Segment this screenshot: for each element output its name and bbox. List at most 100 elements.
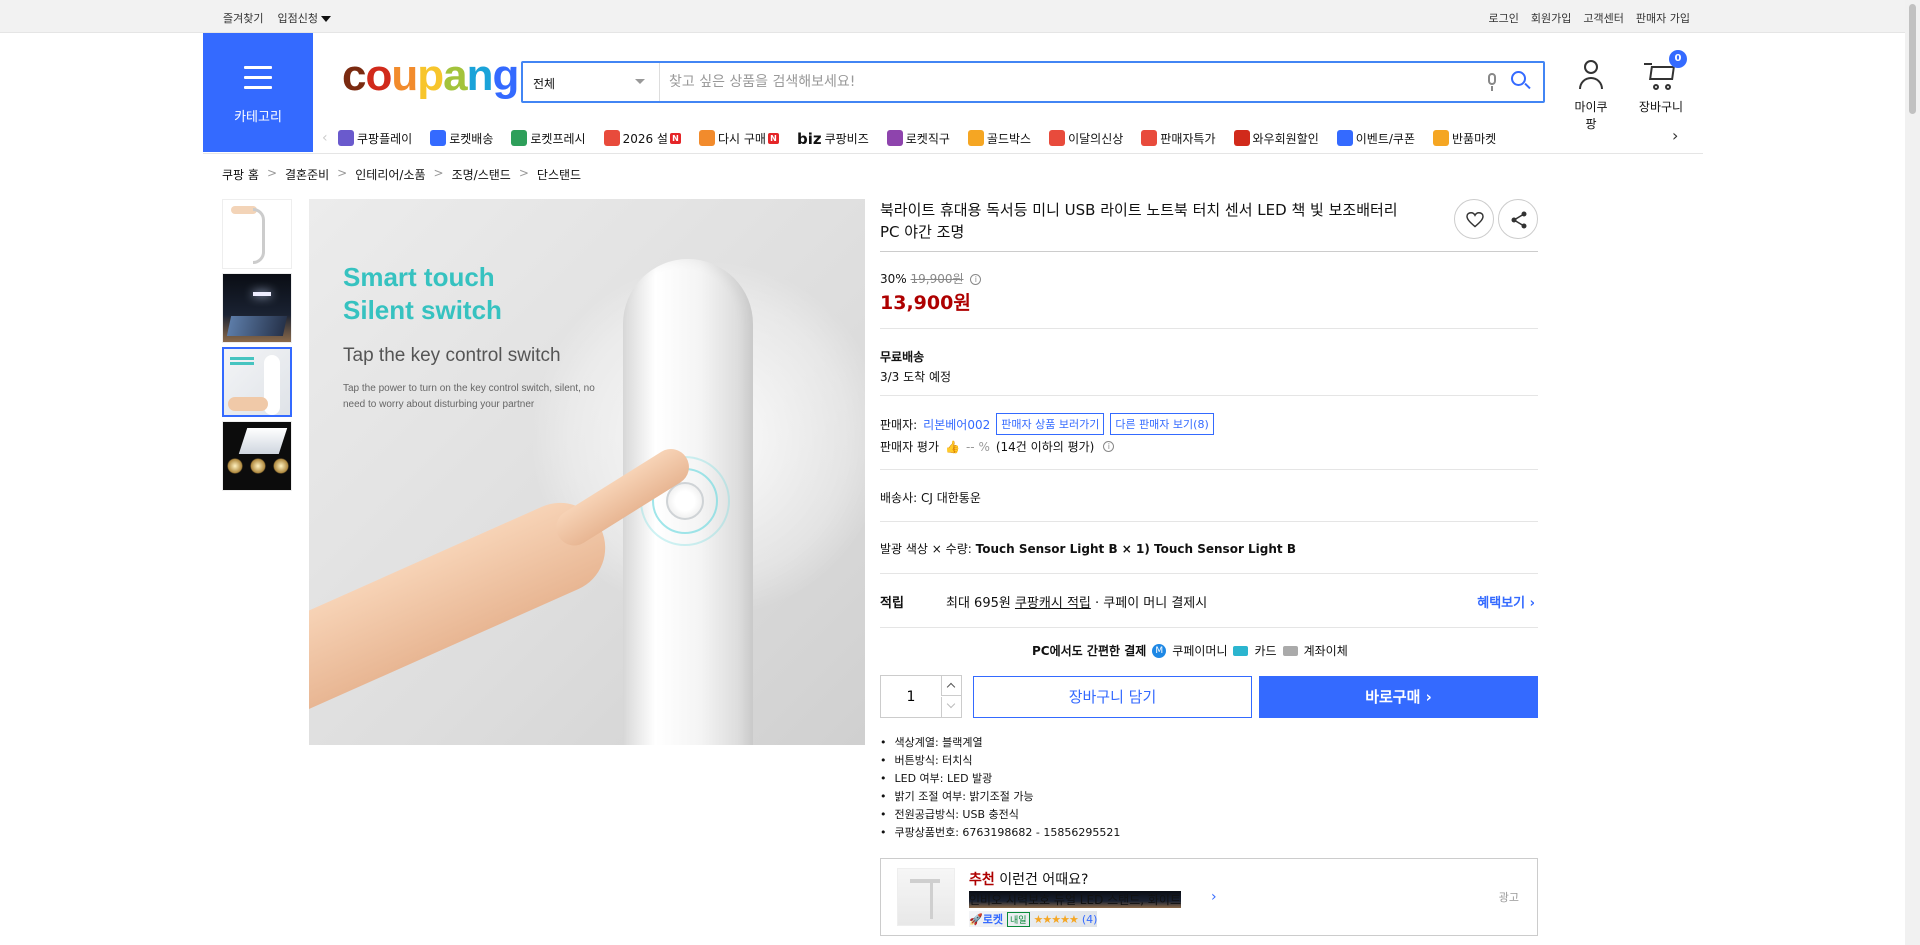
- nav-item-label: 로켓배송: [449, 131, 494, 146]
- reward-detail: 최대 695원 쿠팡캐시 적립 · 쿠페이 머니 결제시: [946, 596, 1208, 611]
- card-icon: [1233, 645, 1249, 656]
- top-utility-bar: 즐겨찾기 입점신청 로그인 회원가입 고객센터 판매자 가입: [0, 0, 1905, 33]
- sale-price: 13,900원: [880, 292, 971, 314]
- seller-rating-row: 판매자 평가 👍 -- % (14건 이하의 평가) i: [880, 438, 1115, 455]
- quantity-increase-button[interactable]: [941, 676, 961, 696]
- spec-item: LED 여부: LED 발광: [880, 770, 1120, 788]
- recommended-product-name[interactable]: 인비오 시력보호 듀얼 LED 스탠드, 화이트: [969, 891, 1181, 908]
- nav-prev-icon[interactable]: ‹: [322, 130, 338, 146]
- logo-letter: u: [391, 51, 418, 100]
- recommendation-ad[interactable]: 추천 이런건 어때요? 인비오 시력보호 듀얼 LED 스탠드, 화이트 › 🚀…: [880, 858, 1538, 936]
- breadcrumb-link[interactable]: 결혼준비: [285, 166, 329, 183]
- seller-products-button[interactable]: 판매자 상품 보러가기: [996, 413, 1105, 435]
- nav-item[interactable]: 쿠팡플레이: [338, 130, 412, 147]
- nav-item[interactable]: 판매자특가: [1141, 130, 1216, 147]
- seller-rating-label: 판매자 평가: [880, 440, 940, 454]
- breadcrumb-separator-icon: >: [518, 166, 529, 180]
- option-label: 발광 색상 × 수량:: [880, 542, 972, 556]
- nav-item-label: 반품마켓: [1452, 131, 1497, 146]
- nav-item[interactable]: 와우회원할인: [1233, 130, 1319, 147]
- share-button[interactable]: [1498, 199, 1538, 239]
- cart-label: 장바구니: [1638, 100, 1684, 114]
- info-icon[interactable]: i: [970, 274, 982, 285]
- mycoupang-button[interactable]: 마이쿠팡: [1569, 58, 1613, 132]
- benefits-link[interactable]: 혜택보기 ›: [1477, 592, 1535, 611]
- logo-letter: g: [492, 51, 520, 100]
- breadcrumb-link[interactable]: 쿠팡 홈: [222, 166, 259, 183]
- reward-label: 적립: [880, 596, 904, 611]
- wishlist-button[interactable]: [1454, 199, 1494, 239]
- thumbnail-3[interactable]: [222, 347, 292, 417]
- scrollbar-thumb[interactable]: [1909, 4, 1916, 114]
- selected-option: 발광 색상 × 수량: Touch Sensor Light B × 1) To…: [880, 540, 1296, 557]
- search-icon[interactable]: [1511, 71, 1531, 91]
- nav-item-label: 쿠팡비즈: [824, 131, 869, 146]
- nav-item-label: 다시 구매: [717, 131, 766, 146]
- nav-next-icon[interactable]: ›: [1672, 126, 1678, 145]
- breadcrumb-link[interactable]: 단스탠드: [537, 166, 581, 183]
- divider: [880, 469, 1538, 470]
- nav-item[interactable]: biz 쿠팡비즈: [796, 130, 869, 148]
- category-menu-button[interactable]: 카테고리: [203, 33, 313, 152]
- signup-link[interactable]: 회원가입: [1531, 10, 1571, 26]
- breadcrumb: 쿠팡 홈 > 결혼준비 > 인테리어/소품 > 조명/스탠드 > 단스탠드: [222, 166, 581, 183]
- breadcrumb-link[interactable]: 인테리어/소품: [355, 166, 425, 183]
- customer-center-link[interactable]: 고객센터: [1583, 10, 1623, 26]
- rocket-icon: [430, 130, 447, 146]
- product-main-image[interactable]: Smart touch Silent switch Tap the key con…: [309, 199, 865, 745]
- search-category-select[interactable]: 전체: [523, 63, 660, 101]
- seller-signup-link[interactable]: 판매자 가입: [1636, 10, 1690, 26]
- original-price: 19,900원: [910, 272, 964, 286]
- quantity-input[interactable]: [881, 676, 941, 717]
- nav-item-label: 와우회원할인: [1252, 131, 1319, 146]
- nav-item[interactable]: 2026 설N: [603, 130, 681, 147]
- info-icon[interactable]: i: [1103, 441, 1115, 452]
- page-scrollbar[interactable]: [1905, 0, 1920, 945]
- category-nav: ‹ 쿠팡플레이 로켓배송 로켓프레시 2026 설 N 다시 구매 N biz 쿠팡비즈 로켓직구…: [322, 124, 1687, 152]
- seller-rating-value: -- %: [965, 439, 990, 454]
- nav-item[interactable]: 이달의신상: [1049, 130, 1123, 147]
- nav-item[interactable]: 다시 구매 N: [698, 130, 779, 147]
- image-caption: Tap the power to turn on the key control…: [343, 383, 595, 410]
- nav-item[interactable]: 반품마켓: [1433, 130, 1496, 147]
- nav-item-label: 2026 설: [622, 131, 668, 146]
- seller-name-link[interactable]: 리본베어002: [923, 416, 990, 433]
- nav-item[interactable]: 이벤트/쿠폰: [1336, 130, 1415, 147]
- quantity-decrease-button[interactable]: [941, 697, 961, 717]
- logo-letter: a: [443, 51, 468, 100]
- coupang-cash-link[interactable]: 쿠팡캐시 적립: [1015, 596, 1091, 611]
- nav-item[interactable]: 로켓직구: [886, 130, 950, 147]
- other-sellers-button[interactable]: 다른 판매자 보기(8): [1110, 413, 1214, 435]
- bank-transfer-icon: [1282, 645, 1298, 656]
- nav-item[interactable]: 로켓배송: [430, 130, 493, 147]
- divider: [880, 328, 1538, 329]
- biz-icon: biz: [796, 130, 822, 148]
- vendor-apply-link[interactable]: 입점신청: [277, 10, 331, 26]
- recommended-product-image[interactable]: [897, 868, 955, 926]
- recommended-product-meta: 🚀로켓 내일 ★★★★★ (4): [969, 911, 1098, 927]
- easy-pay-label: PC에서도 간편한 결제: [1032, 644, 1147, 658]
- microphone-icon[interactable]: [1487, 73, 1497, 91]
- add-to-cart-button[interactable]: 장바구니 담기: [973, 676, 1252, 718]
- thumbnail-1[interactable]: [222, 199, 292, 269]
- rocket-fresh-icon: [511, 130, 528, 146]
- play-icon: [338, 130, 354, 146]
- breadcrumb-link[interactable]: 조명/스탠드: [452, 166, 511, 183]
- bookmark-link[interactable]: 즐겨찾기: [223, 10, 263, 26]
- nav-item[interactable]: 골드박스: [967, 130, 1031, 147]
- buy-now-button[interactable]: 바로구매 ›: [1259, 676, 1538, 718]
- login-link[interactable]: 로그인: [1489, 10, 1519, 26]
- thumbnail-4[interactable]: [222, 421, 292, 491]
- house-icon: [698, 130, 715, 146]
- chevron-right-icon[interactable]: ›: [1211, 889, 1217, 905]
- logo-letter: o: [365, 51, 392, 100]
- pay-method-transfer: 계좌이체: [1303, 644, 1348, 658]
- easy-pay-row: PC에서도 간편한 결제 M 쿠페이머니 카드 계좌이체: [1032, 642, 1348, 659]
- search-bar: 전체: [521, 61, 1545, 103]
- search-input[interactable]: [669, 71, 1469, 93]
- nav-item[interactable]: 로켓프레시: [511, 130, 586, 147]
- thumbnail-2[interactable]: [222, 273, 292, 343]
- coupang-logo[interactable]: coupang: [342, 51, 520, 100]
- discount-rate: 30%: [880, 272, 907, 286]
- divider: [880, 395, 1538, 396]
